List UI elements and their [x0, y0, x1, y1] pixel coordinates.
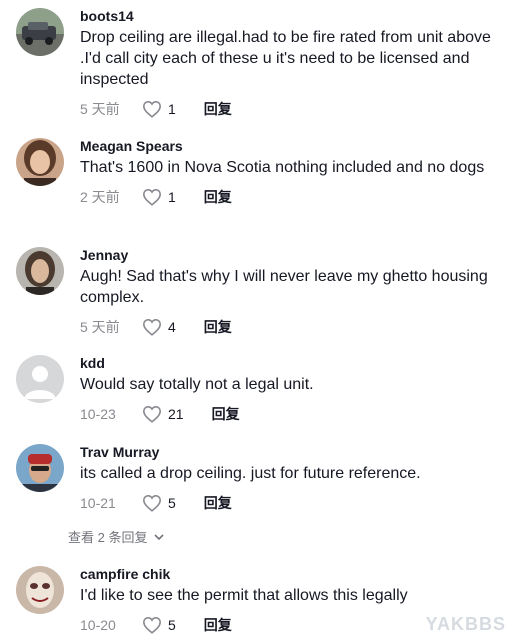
like-count: 5: [168, 617, 176, 633]
heart-icon: [142, 405, 162, 423]
comment-body: kdd Would say totally not a legal unit. …: [80, 355, 496, 424]
heart-icon: [142, 494, 162, 512]
like-button[interactable]: 1: [142, 188, 176, 206]
avatar[interactable]: [16, 355, 64, 403]
heart-icon: [142, 318, 162, 336]
chevron-down-icon: [154, 533, 165, 540]
comment-meta: 10-21 5 回复: [80, 493, 496, 513]
like-button[interactable]: 5: [142, 494, 176, 512]
reply-button[interactable]: 回复: [204, 493, 232, 513]
comment-text: Drop ceiling are illegal.had to be fire …: [80, 29, 491, 88]
like-count: 5: [168, 495, 176, 511]
comment-date: 10-21: [80, 495, 116, 511]
comment-text: Would say totally not a legal unit.: [80, 376, 314, 393]
comment-username[interactable]: Meagan Spears: [80, 138, 496, 155]
like-count: 21: [168, 406, 184, 422]
like-count: 1: [168, 189, 176, 205]
comment-body: boots14 Drop ceiling are illegal.had to …: [80, 8, 496, 119]
heart-icon: [142, 100, 162, 118]
like-count: 1: [168, 101, 176, 117]
like-button[interactable]: 5: [142, 616, 176, 634]
reply-button[interactable]: 回复: [204, 99, 232, 119]
comment-date: 5 天前: [80, 101, 120, 117]
avatar-car-image: [16, 8, 64, 56]
comment-username[interactable]: Jennay: [80, 247, 496, 264]
reply-button[interactable]: 回复: [204, 187, 232, 207]
avatar[interactable]: [16, 444, 64, 492]
comment-text: I'd like to see the permit that allows t…: [80, 587, 408, 604]
avatar-man-image: [16, 444, 64, 492]
like-count: 4: [168, 319, 176, 335]
comment-text: its called a drop ceiling. just for futu…: [80, 465, 421, 482]
avatar[interactable]: [16, 138, 64, 186]
watermark: YAKBBS: [425, 614, 506, 634]
like-button[interactable]: 1: [142, 100, 176, 118]
comment-date: 5 天前: [80, 319, 120, 335]
comment-meta: 5 天前 1 回复: [80, 99, 496, 119]
comment-username[interactable]: campfire chik: [80, 566, 496, 583]
view-replies-button[interactable]: 查看 2 条回复: [68, 527, 165, 546]
comment-text: Augh! Sad that's why I will never leave …: [80, 268, 488, 306]
comment-date: 2 天前: [80, 189, 120, 205]
comment-username[interactable]: Trav Murray: [80, 444, 496, 461]
avatar-woman-image: [16, 138, 64, 186]
comment-date: 10-23: [80, 406, 116, 422]
comment-meta: 5 天前 4 回复: [80, 317, 496, 337]
default-avatar-icon: [16, 355, 64, 403]
avatar[interactable]: [16, 8, 64, 56]
view-replies-label: 查看 2 条回复: [68, 530, 148, 545]
comment-date: 10-20: [80, 617, 116, 633]
comment-body: Jennay Augh! Sad that's why I will never…: [80, 247, 496, 337]
comment-body: Trav Murray its called a drop ceiling. j…: [80, 444, 496, 513]
avatar[interactable]: [16, 247, 64, 295]
like-button[interactable]: 4: [142, 318, 176, 336]
comment-username[interactable]: boots14: [80, 8, 496, 25]
avatar[interactable]: [16, 566, 64, 614]
comment-body: Meagan Spears That's 1600 in Nova Scotia…: [80, 138, 496, 207]
comment-username[interactable]: kdd: [80, 355, 496, 372]
reply-button[interactable]: 回复: [204, 615, 232, 635]
avatar-mask-image: [16, 566, 64, 614]
heart-icon: [142, 616, 162, 634]
like-button[interactable]: 21: [142, 405, 184, 423]
comment-text: That's 1600 in Nova Scotia nothing inclu…: [80, 159, 485, 176]
heart-icon: [142, 188, 162, 206]
comment-meta: 2 天前 1 回复: [80, 187, 496, 207]
reply-button[interactable]: 回复: [212, 404, 240, 424]
reply-button[interactable]: 回复: [204, 317, 232, 337]
avatar-woman-image: [16, 247, 64, 295]
comment-meta: 10-23 21 回复: [80, 404, 496, 424]
